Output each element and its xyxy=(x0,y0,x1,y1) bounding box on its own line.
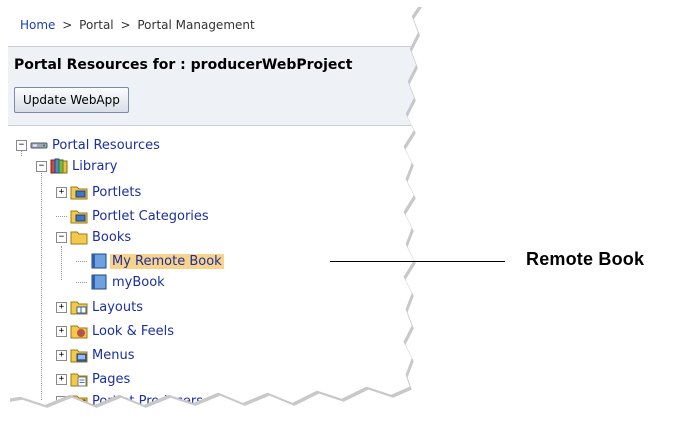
collapse-toggle[interactable]: − xyxy=(16,139,27,151)
update-webapp-button[interactable]: Update WebApp xyxy=(14,87,129,113)
portlet-producers-folder-icon xyxy=(70,393,88,405)
portlet-categories-folder-icon xyxy=(70,208,88,224)
menus-folder-icon xyxy=(70,347,88,363)
tree-label[interactable]: Portlet Categories xyxy=(90,209,211,224)
tree-node-pages: + Pages xyxy=(56,370,132,388)
tree-label[interactable]: Portlets xyxy=(90,185,143,200)
expand-toggle[interactable]: + xyxy=(56,373,67,385)
tree-label[interactable]: Portal Resources xyxy=(50,138,162,153)
tree-node-library: − Library xyxy=(36,157,119,175)
tree-label[interactable]: Menus xyxy=(90,348,136,363)
tree-label[interactable]: Look & Feels xyxy=(90,324,176,339)
portlets-folder-icon xyxy=(70,184,88,200)
expand-toggle[interactable]: + xyxy=(56,301,67,313)
pages-folder-icon xyxy=(70,371,88,387)
callout-line xyxy=(330,261,505,262)
tree-node-my-remote-book: My Remote Book xyxy=(76,252,224,270)
book-icon xyxy=(90,253,108,269)
tree-connector xyxy=(76,281,87,283)
tree-node-books: − Books xyxy=(56,228,133,246)
tree-node-menus: + Menus xyxy=(56,346,136,364)
tree-label[interactable]: Pages xyxy=(90,372,132,387)
portal-panel: Home > Portal > Portal Management Portal… xyxy=(8,4,420,405)
tree-node-portlet-categories: Portlet Categories xyxy=(56,207,211,225)
tree-node-look-feels: + Look & Feels xyxy=(56,322,176,340)
tree-guide-line xyxy=(41,162,42,400)
tree-label[interactable]: myBook xyxy=(110,275,167,290)
collapse-toggle[interactable]: − xyxy=(56,231,67,243)
tree-label[interactable]: Layouts xyxy=(90,300,145,315)
tree-label[interactable]: Books xyxy=(90,230,133,245)
expand-toggle[interactable]: + xyxy=(56,186,67,198)
expand-toggle[interactable]: + xyxy=(56,325,67,337)
tree-node-mybook: myBook xyxy=(76,273,167,291)
page-header: Portal Resources for : producerWebProjec… xyxy=(8,46,420,126)
breadcrumb-separator: > xyxy=(62,18,73,32)
tree-label[interactable]: Library xyxy=(70,159,119,174)
portal-resources-icon xyxy=(30,137,48,153)
breadcrumb: Home > Portal > Portal Management xyxy=(20,18,255,32)
tree-label[interactable]: My Remote Book xyxy=(110,253,224,269)
callout-label: Remote Book xyxy=(526,249,645,269)
tree-connector xyxy=(56,215,67,217)
breadcrumb-separator: > xyxy=(120,18,131,32)
breadcrumb-home-link[interactable]: Home xyxy=(20,18,55,32)
tree-node-portlets: + Portlets xyxy=(56,183,143,201)
library-books-icon xyxy=(50,158,68,174)
tree-guide-line xyxy=(61,246,62,280)
book-icon xyxy=(90,274,108,290)
breadcrumb-portal-management: Portal Management xyxy=(137,18,255,32)
books-folder-icon xyxy=(70,229,88,245)
tree-node-layouts: + Layouts xyxy=(56,298,145,316)
tree-connector xyxy=(76,260,87,262)
page-title: Portal Resources for : producerWebProjec… xyxy=(14,57,353,73)
collapse-toggle[interactable]: − xyxy=(36,160,47,172)
look-feels-folder-icon xyxy=(70,323,88,339)
layouts-folder-icon xyxy=(70,299,88,315)
breadcrumb-portal: Portal xyxy=(79,18,114,32)
tree-node-portal-resources: − Portal Resources xyxy=(16,136,162,154)
expand-toggle[interactable]: + xyxy=(56,349,67,361)
